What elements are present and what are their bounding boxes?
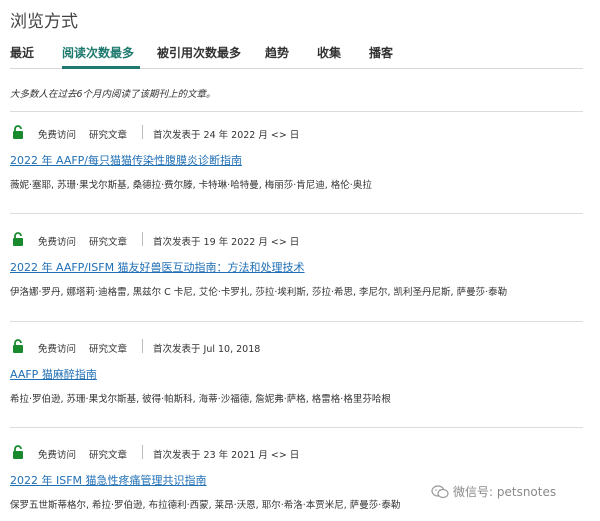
article-meta: 免费访问 研究文章 首次发表于 24 年 2022 月 <> 日: [10, 124, 583, 142]
article-type: 研究文章: [89, 450, 128, 461]
access-label: 免费访问: [38, 344, 77, 355]
access-label: 免费访问: [38, 237, 77, 248]
article-authors: 保罗五世斯蒂格尔, 希拉·罗伯逊, 布拉德利·西蒙, 莱昂·沃恩, 耶尔·希洛·…: [10, 500, 401, 511]
active-tab-indicator: [62, 66, 140, 69]
wechat-watermark: 微信号: petsnotes: [431, 483, 556, 500]
divider: [10, 111, 583, 112]
meta-separator: [142, 125, 143, 139]
meta-separator: [142, 339, 143, 353]
article-type: 研究文章: [89, 130, 128, 141]
publish-date: 首次发表于 24 年 2022 月 <> 日: [153, 130, 300, 141]
article-title-link[interactable]: 2022 年 ISFM 猫急性疼痛管理共识指南: [10, 472, 207, 488]
article-authors: 伊洛娜·罗丹, 娜塔莉·迪格雷, 黑兹尔 C 卡尼, 艾伦·卡罗扎, 莎拉·埃利…: [10, 287, 508, 298]
tab-collections[interactable]: 收集: [317, 44, 341, 61]
lock-open-icon: [13, 339, 23, 353]
watermark-text: 微信号: petsnotes: [453, 485, 557, 499]
article-title-link[interactable]: 2022 年 AAFP/每只猫猫传染性腹膜炎诊断指南: [10, 152, 242, 168]
divider: [10, 427, 583, 428]
tab-recent[interactable]: 最近: [10, 44, 34, 61]
access-label: 免费访问: [38, 130, 77, 141]
article-meta: 免费访问 研究文章 首次发表于 23 年 2021 月 <> 日: [10, 444, 583, 462]
article-item: 免费访问 研究文章 首次发表于 Jul 10, 2018 AAFP 猫麻醉指南 …: [10, 338, 583, 405]
publish-date: 首次发表于 Jul 10, 2018: [153, 344, 261, 355]
lock-open-icon: [13, 125, 23, 139]
article-type: 研究文章: [89, 237, 128, 248]
article-title-link[interactable]: 2022 年 AAFP/ISFM 猫友好兽医互动指南：方法和处理技术: [10, 259, 305, 275]
lock-open-icon: [13, 232, 23, 246]
meta-separator: [142, 232, 143, 246]
divider: [10, 321, 583, 322]
article-type: 研究文章: [89, 344, 128, 355]
article-meta: 免费访问 研究文章 首次发表于 Jul 10, 2018: [10, 338, 583, 356]
publish-date: 首次发表于 19 年 2022 月 <> 日: [153, 237, 300, 248]
article-item: 免费访问 研究文章 首次发表于 23 年 2021 月 <> 日 2022 年 …: [10, 444, 583, 511]
most-read-note: 大多数人在过去6个月内阅读了该期刊上的文章。: [10, 89, 216, 100]
article-item: 免费访问 研究文章 首次发表于 24 年 2022 月 <> 日 2022 年 …: [10, 124, 583, 191]
tab-most-read[interactable]: 阅读次数最多: [62, 44, 134, 61]
tab-trending[interactable]: 趋势: [265, 44, 289, 61]
article-item: 免费访问 研究文章 首次发表于 19 年 2022 月 <> 日 2022 年 …: [10, 231, 583, 298]
tab-most-cited[interactable]: 被引用次数最多: [157, 44, 241, 61]
tab-podcasts[interactable]: 播客: [369, 44, 393, 61]
wechat-icon: [431, 484, 449, 498]
page-title: 浏览方式: [10, 12, 78, 32]
article-title-link[interactable]: AAFP 猫麻醉指南: [10, 366, 97, 382]
divider: [10, 213, 583, 214]
article-meta: 免费访问 研究文章 首次发表于 19 年 2022 月 <> 日: [10, 231, 583, 249]
access-label: 免费访问: [38, 450, 77, 461]
article-authors: 希拉·罗伯逊, 苏珊·果戈尔斯基, 彼得·帕斯科, 海蒂·沙福德, 詹妮弗·萨格…: [10, 394, 391, 405]
meta-separator: [142, 445, 143, 459]
lock-open-icon: [13, 445, 23, 459]
browse-tabs: 最近 阅读次数最多 被引用次数最多 趋势 收集 播客: [10, 37, 583, 69]
publish-date: 首次发表于 23 年 2021 月 <> 日: [153, 450, 300, 461]
article-authors: 薇妮·塞耶, 苏珊·果戈尔斯基, 桑德拉·费尔滕, 卡特琳·哈特曼, 梅丽莎·肯…: [10, 180, 372, 191]
